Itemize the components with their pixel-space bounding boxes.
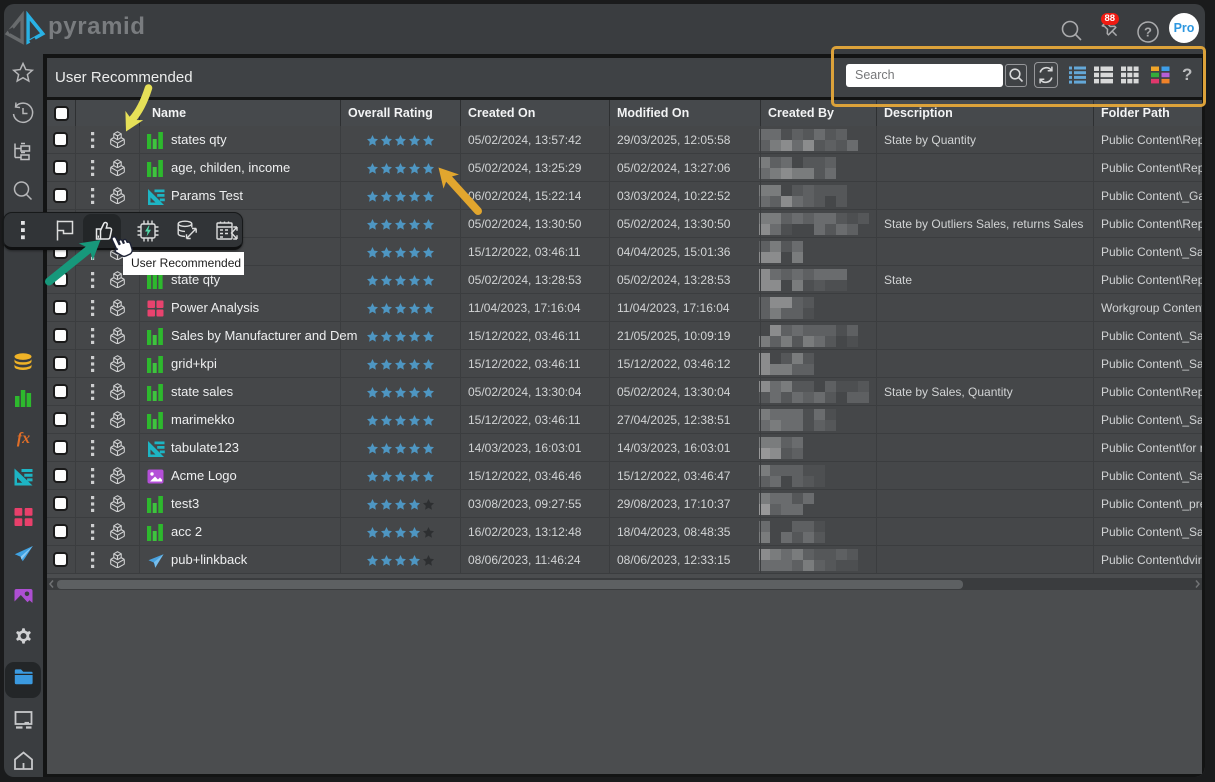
svg-text:?: ? [1144, 25, 1152, 40]
